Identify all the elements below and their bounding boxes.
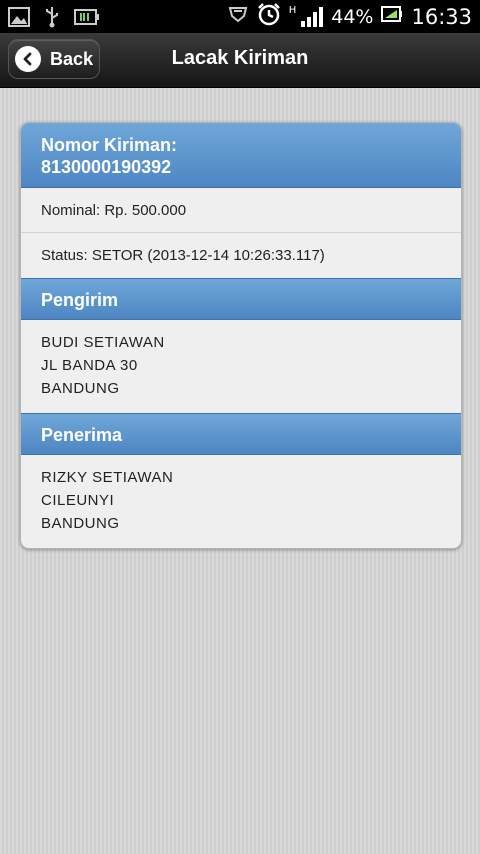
battery-charge-icon [74,8,100,31]
gallery-icon [8,7,30,32]
sender-city: BANDUNG [41,380,120,397]
page-title: Lacak Kiriman [171,47,309,69]
receiver-street: CILEUNYI [41,492,115,509]
network-type-label: H [288,5,297,16]
status-bar: H 44% 16:33 [0,0,480,33]
sender-address: BUDI SETIAWAN JL BANDA 30 BANDUNG [21,320,461,413]
notification-icons [8,6,100,33]
vibrate-icon [227,4,249,29]
alarm-icon [257,2,281,31]
receiver-header: Penerima [21,413,461,455]
receiver-address: RIZKY SETIAWAN CILEUNYI BANDUNG [21,455,461,548]
tracking-card: Nomor Kiriman: 8130000190392 Nominal: Rp… [20,122,462,549]
sender-name: BUDI SETIAWAN [41,334,165,351]
receiver-name: RIZKY SETIAWAN [41,469,174,486]
system-icons: H 44% 16:33 [227,0,472,33]
signal-icon [301,6,324,27]
status-text: Status: SETOR (2013-12-14 10:26:33.117) [41,247,325,264]
nominal-text: Nominal: Rp. 500.000 [41,201,187,219]
sender-header: Pengirim [21,278,461,320]
sender-street: JL BANDA 30 [41,357,138,374]
usb-icon [44,6,60,33]
nominal-row: Nominal: Rp. 500.000 [21,188,461,233]
shipment-number-header: Nomor Kiriman: 8130000190392 [21,123,461,188]
battery-percent: 44% [331,5,374,28]
receiver-city: BANDUNG [41,515,120,532]
shipment-number: 8130000190392 [41,157,172,177]
clock: 16:33 [411,4,472,29]
shipment-number-label: Nomor Kiriman: [41,135,178,155]
app-header: Back Lacak Kiriman [0,33,480,88]
status-row: Status: SETOR (2013-12-14 10:26:33.117) [21,233,461,278]
battery-icon [381,5,403,28]
